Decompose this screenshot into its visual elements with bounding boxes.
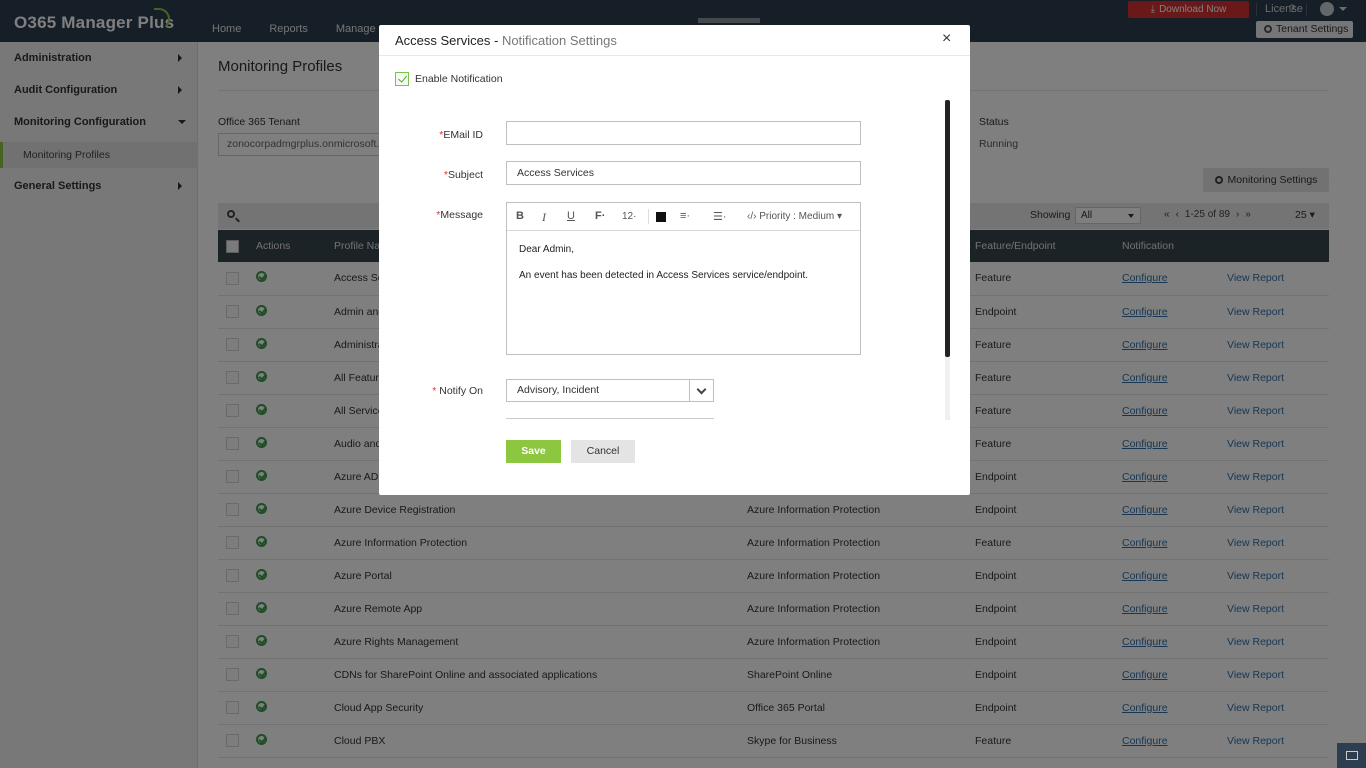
message-editor[interactable]: B I U F· 12· ≡· ☰· ‹/› Priority : Medium… <box>506 202 861 355</box>
message-label-text: Message <box>440 209 483 221</box>
scrollbar-thumb[interactable] <box>945 100 950 357</box>
enable-notification-label: Enable Notification <box>415 72 503 85</box>
notify-on-value: Advisory, Incident <box>517 384 600 396</box>
priority-select[interactable]: ‹/› Priority : Medium ▾ <box>747 211 842 222</box>
italic-icon[interactable]: I <box>542 210 546 225</box>
subject-label-text: Subject <box>447 169 483 181</box>
close-icon[interactable]: × <box>942 30 951 48</box>
subject-label: *Subject <box>393 169 483 181</box>
editor-body[interactable]: Dear Admin, An event has been detected i… <box>519 243 808 295</box>
cancel-button[interactable]: Cancel <box>571 440 635 463</box>
notify-on-label-text: Notify On <box>439 385 483 397</box>
email-label-text: EMail ID <box>443 129 483 141</box>
hidden-field-edge <box>506 418 714 419</box>
editor-toolbar: B I U F· 12· ≡· ☰· ‹/› Priority : Medium… <box>507 203 860 231</box>
required-marker: * <box>432 385 437 397</box>
priority-value: Priority : Medium <box>759 211 835 222</box>
font-size-select[interactable]: 12· <box>622 211 636 222</box>
underline-icon[interactable]: U <box>567 210 575 222</box>
font-family-icon[interactable]: F· <box>595 210 605 222</box>
notification-settings-dialog: Access Services - Notification Settings … <box>379 25 970 495</box>
dialog-subtitle: Notification Settings <box>501 33 617 48</box>
email-field[interactable] <box>506 121 861 145</box>
chevron-down-icon[interactable] <box>689 380 713 401</box>
message-line: Dear Admin, <box>519 244 575 255</box>
divider <box>648 209 649 224</box>
text-color-icon[interactable] <box>656 212 666 222</box>
font-size-value: 12 <box>622 211 634 222</box>
bold-icon[interactable]: B <box>516 210 524 222</box>
dialog-title-main: Access Services <box>395 33 491 48</box>
enable-notification-row[interactable]: Enable Notification <box>395 72 503 86</box>
message-label: *Message <box>393 209 483 221</box>
notify-on-label: * Notify On <box>393 385 483 397</box>
dialog-title: Access Services - Notification Settings <box>395 33 617 48</box>
list-icon[interactable]: ☰· <box>713 210 727 223</box>
subject-field[interactable]: Access Services <box>506 161 861 185</box>
message-line: An event has been detected in Access Ser… <box>519 270 809 281</box>
align-icon[interactable]: ≡· <box>680 210 690 222</box>
save-button[interactable]: Save <box>506 440 561 463</box>
dialog-title-sep: - <box>490 33 502 48</box>
chat-icon[interactable] <box>1337 743 1366 768</box>
enable-notification-checkbox[interactable] <box>395 72 409 86</box>
source-code-icon: ‹/› <box>747 211 757 222</box>
dialog-header: Access Services - Notification Settings … <box>379 25 970 56</box>
notify-on-select[interactable]: Advisory, Incident <box>506 379 714 402</box>
email-label: *EMail ID <box>393 129 483 141</box>
